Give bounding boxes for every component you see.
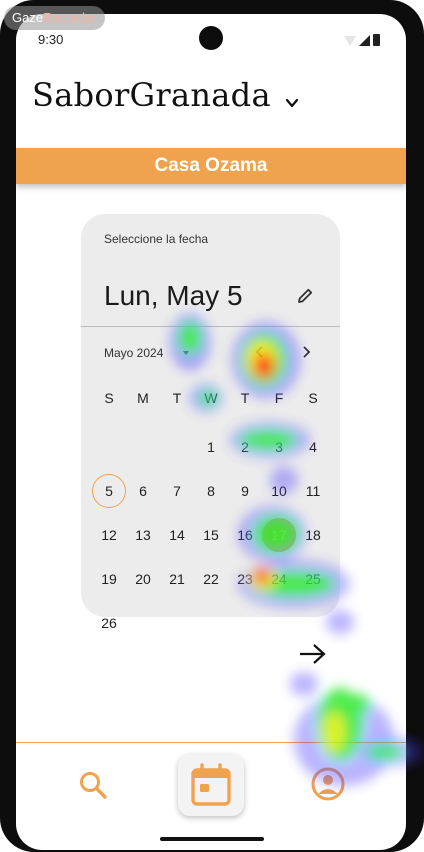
- caret-down-icon[interactable]: [183, 351, 189, 355]
- weekday-header-row: SMTWTFS: [92, 390, 330, 406]
- chevron-down-icon[interactable]: [284, 96, 300, 110]
- day-2[interactable]: 2: [228, 430, 262, 464]
- day-5[interactable]: 5: [92, 474, 126, 508]
- home-indicator: [160, 837, 264, 841]
- gaze-brand: Gaze: [12, 10, 44, 25]
- day-7[interactable]: 7: [160, 474, 194, 508]
- day-9[interactable]: 9: [228, 474, 262, 508]
- date-picker-prompt: Seleccione la fecha: [104, 232, 209, 246]
- chevron-left-icon[interactable]: [251, 343, 269, 361]
- app-title: SaborGranada: [32, 76, 271, 114]
- date-picker-card: Seleccione la fecha Lun, May 5 Mayo 2024…: [81, 214, 340, 631]
- day-16[interactable]: 16: [228, 518, 262, 552]
- day-21[interactable]: 21: [160, 562, 194, 596]
- day-blank: [160, 430, 194, 474]
- day-blank: [92, 430, 126, 474]
- day-13[interactable]: 13: [126, 518, 160, 552]
- weekday-label: M: [137, 390, 149, 406]
- day-25[interactable]: 25: [296, 562, 330, 596]
- day-3[interactable]: 3: [262, 430, 296, 464]
- camera-cutout: [199, 26, 223, 50]
- day-20[interactable]: 20: [126, 562, 160, 596]
- weekday-label: F: [274, 390, 284, 406]
- recorder-brand: Recorder: [43, 10, 97, 25]
- card-divider: [81, 326, 340, 327]
- day-22[interactable]: 22: [194, 562, 228, 596]
- wifi-icon: [344, 36, 356, 46]
- weekday-label: W: [204, 390, 218, 406]
- weekday-label: T: [240, 390, 250, 406]
- bottom-nav-divider: [16, 742, 406, 743]
- weekday-label: S: [104, 390, 114, 406]
- day-11[interactable]: 11: [296, 474, 330, 508]
- day-10[interactable]: 10: [262, 474, 296, 508]
- selected-date-display: Lun, May 5: [104, 280, 243, 311]
- day-blank: [126, 430, 160, 474]
- day-18[interactable]: 18: [296, 518, 330, 552]
- weekday-label: T: [172, 390, 182, 406]
- day-17[interactable]: 17: [262, 518, 296, 552]
- calendar-tab-button[interactable]: [178, 754, 244, 816]
- status-icons: [344, 34, 380, 46]
- signal-icon: [359, 35, 370, 46]
- search-icon[interactable]: [76, 768, 110, 802]
- profile-icon[interactable]: [310, 766, 346, 802]
- day-4[interactable]: 4: [296, 430, 330, 464]
- day-26[interactable]: 26: [92, 606, 126, 640]
- calendar-icon: [191, 763, 231, 806]
- day-19[interactable]: 19: [92, 562, 126, 596]
- day-1[interactable]: 1: [194, 430, 228, 464]
- day-6[interactable]: 6: [126, 474, 160, 508]
- battery-icon: [373, 34, 380, 46]
- day-23[interactable]: 23: [228, 562, 262, 596]
- day-14[interactable]: 14: [160, 518, 194, 552]
- day-12[interactable]: 12: [92, 518, 126, 552]
- chevron-right-icon[interactable]: [297, 343, 315, 361]
- pencil-icon[interactable]: [295, 286, 315, 306]
- weekday-label: S: [308, 390, 318, 406]
- day-15[interactable]: 15: [194, 518, 228, 552]
- days-grid: 1 2 3 4 5 6 7 8 9 10 11 12 13 14 15 16 17 18 19 20 21 22 23 24 2…: [92, 430, 330, 650]
- app-screen: 9:30 SaborGranada Casa Ozama Seleccione …: [16, 14, 406, 850]
- arrow-right-icon[interactable]: [298, 642, 328, 666]
- month-selector[interactable]: Mayo 2024: [104, 346, 163, 360]
- day-8[interactable]: 8: [194, 474, 228, 508]
- restaurant-banner: Casa Ozama: [16, 148, 406, 184]
- status-time: 9:30: [38, 32, 64, 47]
- day-24[interactable]: 24: [262, 562, 296, 596]
- gaze-recorder-badge: GazeRecorder: [4, 6, 105, 30]
